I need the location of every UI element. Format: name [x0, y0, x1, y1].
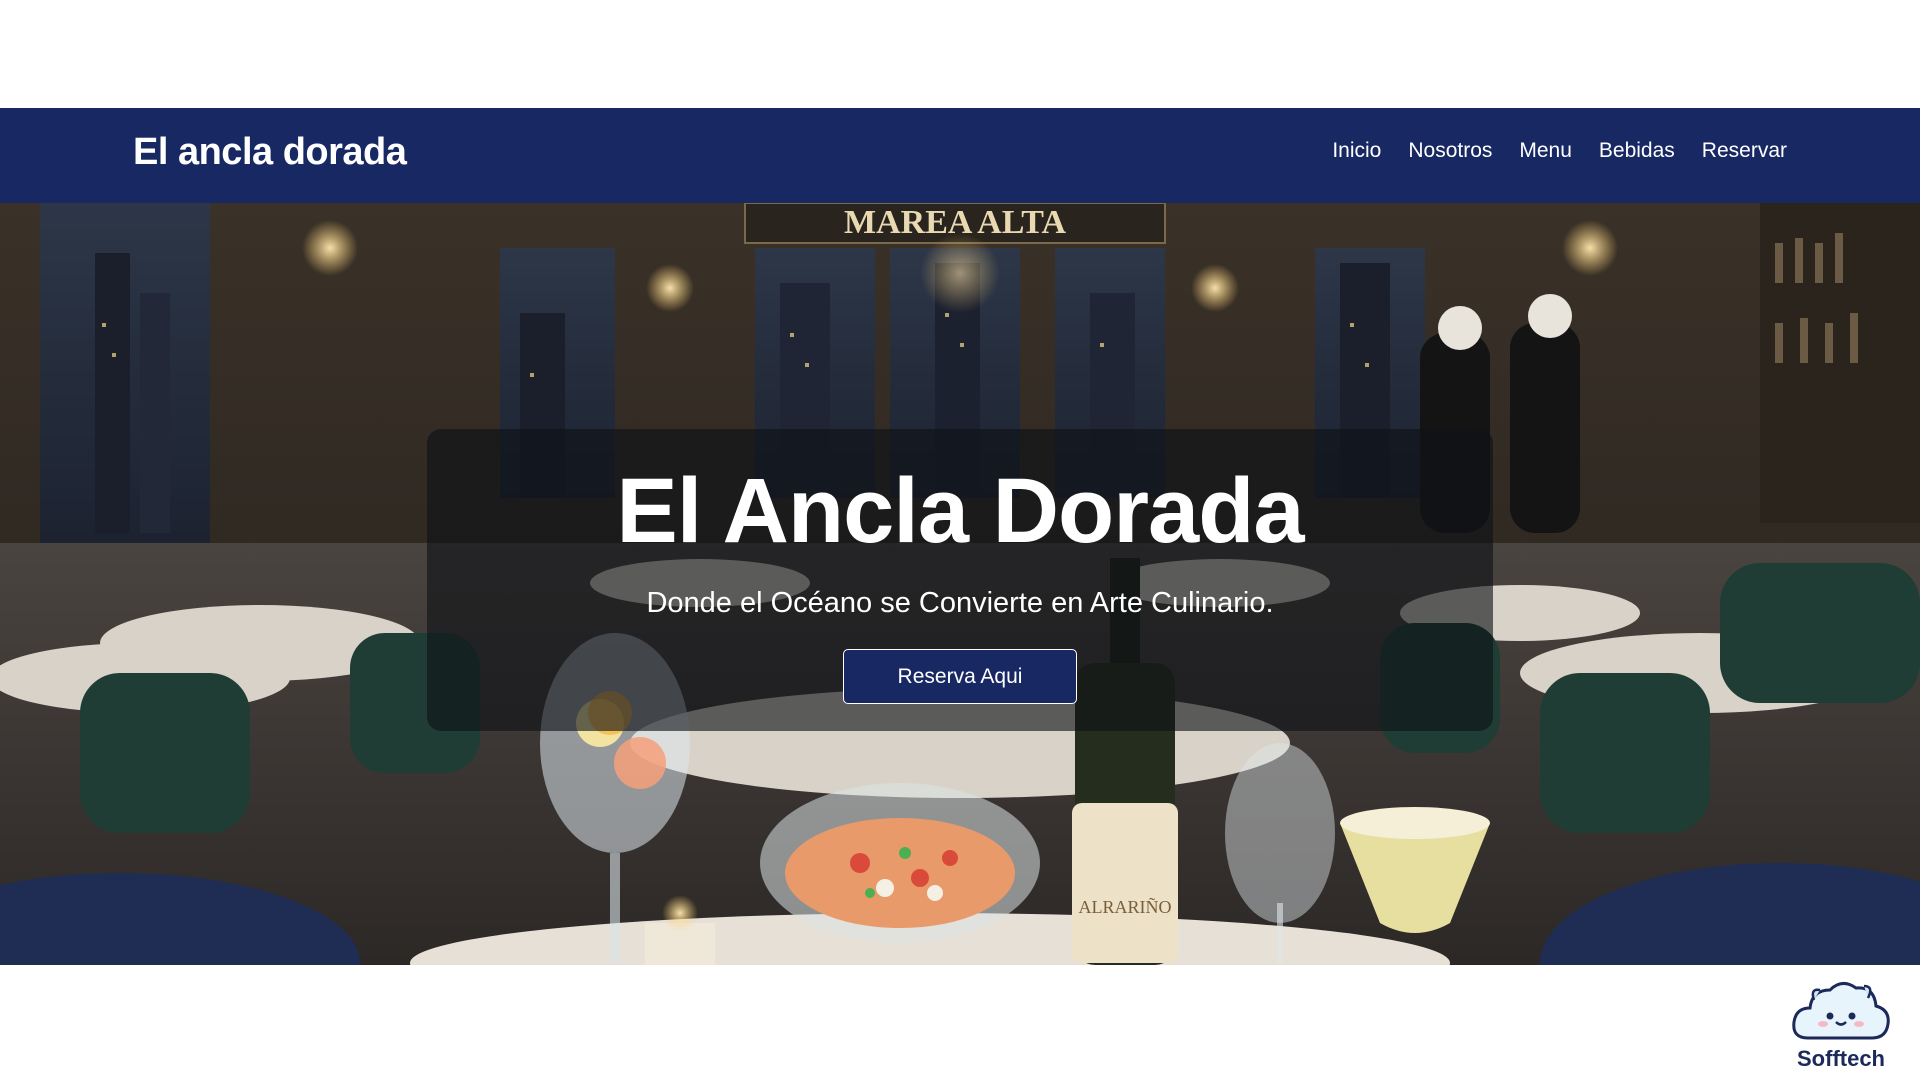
nav-links: Inicio Nosotros Menu Bebidas Reservar [1332, 139, 1787, 163]
hero-subtitle: Donde el Océano se Convierte en Arte Cul… [646, 587, 1274, 619]
hero-overlay-box: El Ancla Dorada Donde el Océano se Convi… [427, 429, 1493, 731]
bottle-label-text: ALRARIÑO [1079, 896, 1172, 917]
hero-title: El Ancla Dorada [616, 460, 1304, 562]
brand-logo-text[interactable]: El ancla dorada [133, 131, 407, 174]
nav-link-bebidas[interactable]: Bebidas [1599, 139, 1675, 163]
page: El ancla dorada Inicio Nosotros Menu Beb… [0, 0, 1920, 1080]
cloud-mascot-icon [1792, 982, 1890, 1040]
navbar: El ancla dorada Inicio Nosotros Menu Beb… [0, 108, 1920, 203]
sofftech-logo: Sofftech [1785, 968, 1897, 1076]
nav-link-menu[interactable]: Menu [1519, 139, 1572, 163]
reserva-aqui-button[interactable]: Reserva Aqui [843, 649, 1077, 704]
nav-link-reservar[interactable]: Reservar [1702, 139, 1787, 163]
nav-link-nosotros[interactable]: Nosotros [1408, 139, 1492, 163]
nav-link-inicio[interactable]: Inicio [1332, 139, 1381, 163]
hero-section: MAREA ALTA ALRARIÑO El Ancla Dorada Dond… [0, 203, 1920, 965]
sofftech-logo-text: Sofftech [1797, 1046, 1885, 1071]
